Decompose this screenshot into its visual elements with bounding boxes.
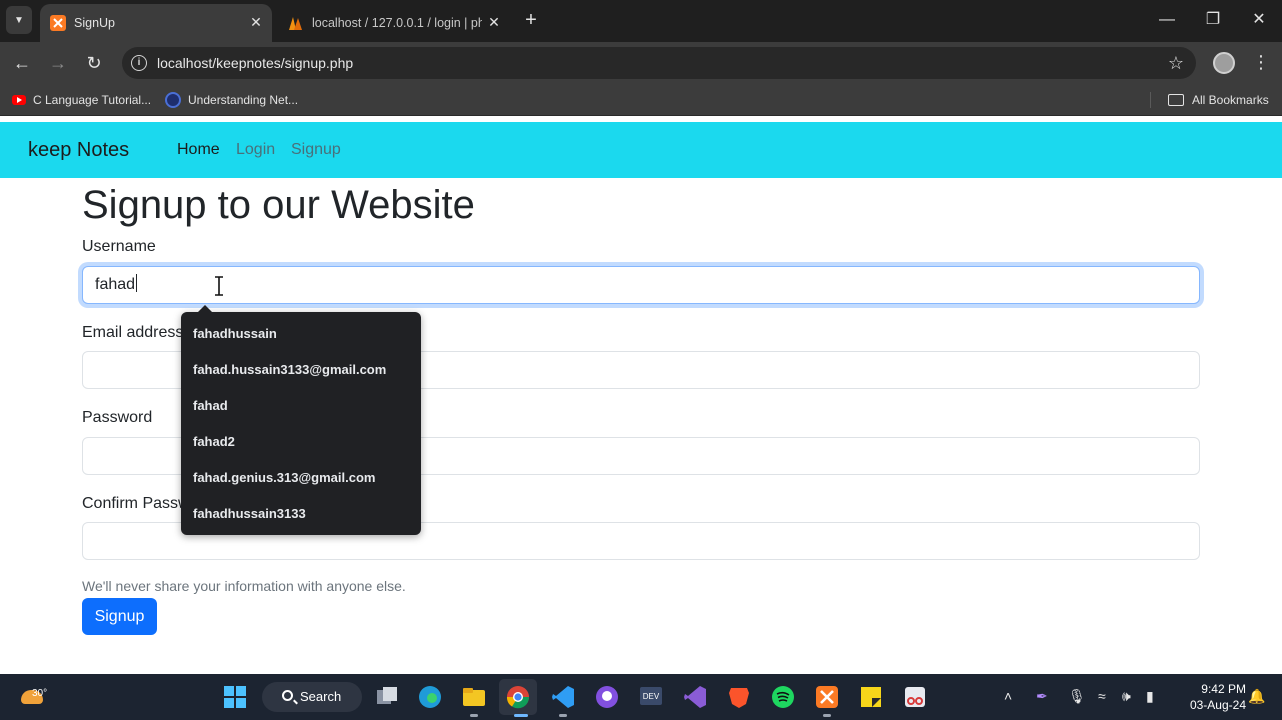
svg-text:DEV: DEV (643, 692, 660, 701)
forward-arrow-icon[interactable]: → (46, 51, 70, 75)
autocomplete-item[interactable]: fahad.hussain3133@gmail.com (181, 352, 421, 388)
bookmark-label: C Language Tutorial... (33, 93, 152, 107)
close-tab-icon[interactable]: ✕ (248, 14, 264, 30)
running-indicator (514, 714, 528, 717)
more-menu-icon[interactable]: ⋮ (1252, 50, 1270, 74)
page-title: Signup to our Website (82, 183, 475, 227)
nav-login-link[interactable]: Login (236, 122, 275, 178)
signup-submit-button[interactable]: Signup (82, 598, 157, 635)
file-explorer-icon[interactable] (461, 684, 487, 710)
ibeam-cursor-icon (215, 276, 223, 296)
username-label: Username (82, 238, 156, 255)
edge-icon[interactable] (417, 684, 443, 710)
bookmark-label: Understanding Net... (188, 93, 299, 107)
xampp-icon[interactable] (814, 684, 840, 710)
address-bar[interactable]: i localhost/keepnotes/signup.php ☆ (122, 47, 1196, 79)
running-indicator (470, 714, 478, 717)
microphone-icon[interactable]: 🎙 (1068, 686, 1086, 706)
tab-signup[interactable]: SignUp ✕ (40, 4, 272, 42)
globe-icon (165, 92, 181, 108)
task-view-icon[interactable] (374, 684, 400, 710)
username-input[interactable]: fahad (82, 266, 1200, 304)
browser-tab-bar: ▼ SignUp ✕ localhost / 127.0.0.1 / login… (0, 0, 1282, 42)
spotify-icon[interactable] (770, 684, 796, 710)
dropdown-pointer (198, 305, 212, 312)
bookmark-understanding-net[interactable]: Understanding Net... (165, 84, 298, 116)
minimize-icon[interactable]: — (1152, 8, 1182, 32)
tab-title: localhost / 127.0.0.1 / login | ph (312, 16, 482, 30)
windows-taskbar: 30° Search DEV ˄ ✒ 🎙 ≈ 🕪 ▮ 9:42 PM 03-Au… (0, 674, 1282, 720)
visual-studio-icon[interactable] (682, 684, 708, 710)
github-desktop-icon[interactable] (594, 684, 620, 710)
restore-icon[interactable]: ❐ (1198, 8, 1228, 32)
chrome-icon[interactable] (505, 684, 531, 710)
pen-icon[interactable]: ✒ (1036, 686, 1048, 706)
reload-icon[interactable]: ↻ (82, 51, 106, 75)
brave-icon[interactable] (726, 684, 752, 710)
phpmyadmin-favicon-icon (289, 17, 302, 30)
autocomplete-item[interactable]: fahadhussain (181, 316, 421, 352)
site-info-icon[interactable]: i (131, 55, 147, 71)
taskbar-search[interactable]: Search (262, 682, 362, 712)
sticky-notes-icon[interactable] (858, 684, 884, 710)
wifi-icon[interactable]: ≈ (1098, 686, 1106, 706)
tab-title: SignUp (74, 16, 115, 30)
autocomplete-item[interactable]: fahad (181, 388, 421, 424)
running-indicator (823, 714, 831, 717)
system-clock[interactable]: 9:42 PM 03-Aug-24 (1186, 681, 1246, 713)
windows-start-icon[interactable] (222, 684, 248, 710)
vscode-icon[interactable] (550, 684, 576, 710)
dev-icon[interactable]: DEV (638, 684, 664, 710)
autocomplete-item[interactable]: fahadhussain3133 (181, 496, 421, 532)
bookmark-c-language[interactable]: C Language Tutorial... (12, 84, 151, 116)
autocomplete-dropdown: fahadhussain fahad.hussain3133@gmail.com… (181, 305, 421, 535)
tab-phpmyadmin[interactable]: localhost / 127.0.0.1 / login | ph ✕ (278, 4, 510, 42)
snipping-tool-icon[interactable] (902, 684, 928, 710)
running-indicator (559, 714, 567, 717)
site-navbar: keep Notes Home Login Signup (0, 122, 1282, 178)
volume-icon[interactable]: 🕪 (1122, 686, 1131, 706)
close-window-icon[interactable]: ✕ (1244, 8, 1274, 32)
nav-home-link[interactable]: Home (177, 122, 220, 178)
tab-search-button[interactable]: ▼ (6, 6, 32, 34)
browser-toolbar: ← → ↻ i localhost/keepnotes/signup.php ☆ (0, 42, 1282, 84)
show-hidden-icons-icon[interactable]: ˄ (1004, 686, 1012, 706)
clock-date: 03-Aug-24 (1189, 698, 1246, 712)
folder-icon (1168, 94, 1184, 106)
temperature-text: 30° (32, 688, 48, 699)
autocomplete-item[interactable]: fahad.genius.313@gmail.com (181, 460, 421, 496)
xampp-favicon-icon (50, 15, 66, 31)
notification-bell-icon[interactable]: 🔔 (1248, 686, 1265, 706)
back-arrow-icon[interactable]: ← (10, 51, 34, 75)
weather-widget[interactable]: 30° (18, 682, 48, 712)
url-text[interactable]: localhost/keepnotes/signup.php (157, 47, 353, 79)
new-tab-button[interactable]: + (520, 10, 542, 32)
profile-avatar[interactable] (1213, 52, 1235, 74)
bookmark-star-icon[interactable]: ☆ (1168, 51, 1184, 75)
clock-time: 9:42 PM (1201, 682, 1246, 696)
chevron-down-icon: ▼ (14, 14, 24, 26)
brand-link[interactable]: keep Notes (28, 122, 129, 178)
all-bookmarks-button[interactable]: All Bookmarks (1168, 84, 1269, 116)
search-label: Search (300, 689, 342, 704)
text-caret (136, 274, 138, 292)
help-text: We'll never share your information with … (82, 578, 406, 594)
bookmarks-bar: C Language Tutorial... Understanding Net… (0, 84, 1282, 116)
autocomplete-item[interactable]: fahad2 (181, 424, 421, 460)
password-label: Password (82, 409, 153, 426)
youtube-icon (12, 95, 26, 105)
battery-icon[interactable]: ▮ (1146, 686, 1154, 706)
search-icon (282, 690, 293, 701)
all-bookmarks-label: All Bookmarks (1192, 93, 1269, 107)
close-tab-icon[interactable]: ✕ (486, 14, 502, 30)
username-value: fahad (95, 276, 136, 293)
bookmarks-divider (1150, 92, 1151, 108)
email-label: Email address (82, 324, 184, 341)
nav-signup-link[interactable]: Signup (291, 122, 341, 178)
